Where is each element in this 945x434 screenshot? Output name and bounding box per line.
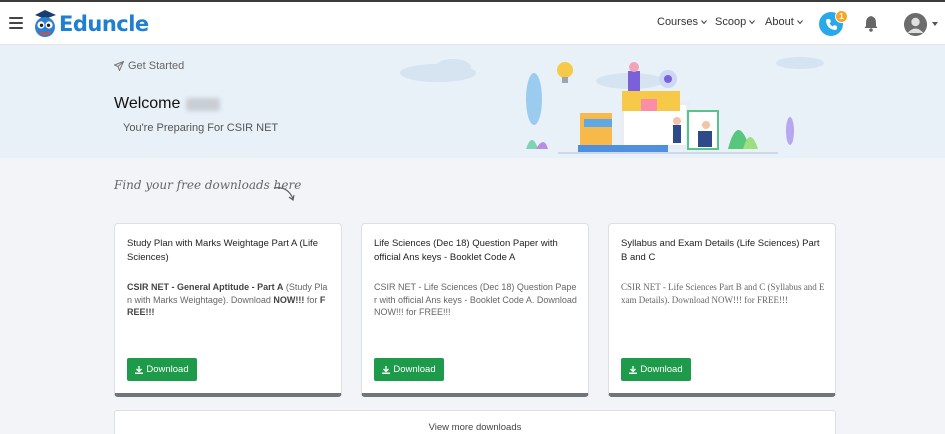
download-icon xyxy=(382,365,391,374)
view-more-label: View more downloads xyxy=(428,422,522,433)
card-title: Life Sciences (Dec 18) Question Paper wi… xyxy=(374,238,558,263)
brand-logo[interactable]: Eduncle xyxy=(32,8,149,40)
brand-name: Eduncle xyxy=(59,12,149,36)
download-card: Study Plan with Marks Weightage Part A (… xyxy=(114,223,342,397)
get-started-label: Get Started xyxy=(128,60,185,72)
nav-scoop-label: Scoop xyxy=(715,16,747,28)
card-description: CSIR NET - Life Sciences (Dec 18) Questi… xyxy=(374,282,577,317)
nav-courses-label: Courses xyxy=(657,16,698,28)
welcome-text: Welcome xyxy=(114,95,181,112)
caret-down-icon[interactable] xyxy=(932,22,938,26)
chevron-down-icon xyxy=(749,20,756,25)
preparing-for-text: You're Preparing For CSIR NET xyxy=(123,122,279,134)
user-avatar[interactable] xyxy=(904,13,927,36)
download-card: Life Sciences (Dec 18) Question Paper wi… xyxy=(361,223,589,397)
download-button[interactable]: Download xyxy=(127,358,197,381)
card-description: CSIR NET - Life Sciences Part B and C (S… xyxy=(621,282,825,305)
welcome-heading: Welcome xyxy=(114,95,221,113)
notification-count-badge: 1 xyxy=(835,10,848,23)
hamburger-menu-icon[interactable] xyxy=(9,17,23,29)
download-button-label: Download xyxy=(640,364,683,375)
welcome-banner: Get Started Welcome You're Preparing For… xyxy=(0,45,945,158)
curved-arrow-icon xyxy=(273,187,295,201)
user-icon xyxy=(904,13,927,36)
nav-courses[interactable]: Courses xyxy=(657,16,707,28)
get-started-link[interactable]: Get Started xyxy=(114,60,184,72)
chevron-down-icon xyxy=(701,20,707,25)
download-button-label: Download xyxy=(146,364,189,375)
download-card: Syllabus and Exam Details (Life Sciences… xyxy=(608,223,836,397)
card-title: Syllabus and Exam Details (Life Sciences… xyxy=(621,238,820,263)
card-desc-text: for xyxy=(304,294,320,305)
download-icon xyxy=(629,365,638,374)
chevron-down-icon xyxy=(796,20,803,25)
paper-plane-icon xyxy=(114,61,124,71)
view-more-downloads-button[interactable]: View more downloads xyxy=(114,410,836,434)
download-icon xyxy=(135,365,144,374)
download-button-label: Download xyxy=(393,364,436,375)
study-illustration xyxy=(400,57,824,154)
download-button[interactable]: Download xyxy=(621,358,691,381)
owl-mascot-icon xyxy=(35,10,56,37)
blurred-username xyxy=(186,97,221,111)
card-title: Study Plan with Marks Weightage Part A (… xyxy=(127,238,318,263)
card-desc-bold: NOW!!! xyxy=(273,294,305,305)
nav-scoop[interactable]: Scoop xyxy=(715,16,756,28)
card-desc-bold: CSIR NET - General Aptitude - Part A xyxy=(127,282,284,292)
download-button[interactable]: Download xyxy=(374,358,444,381)
nav-about[interactable]: About xyxy=(765,16,803,28)
nav-about-label: About xyxy=(765,16,794,28)
top-navbar: Eduncle Courses Scoop About 1 xyxy=(0,0,945,45)
card-description: CSIR NET - General Aptitude - Part A (St… xyxy=(127,281,331,319)
bell-icon[interactable] xyxy=(863,15,879,32)
